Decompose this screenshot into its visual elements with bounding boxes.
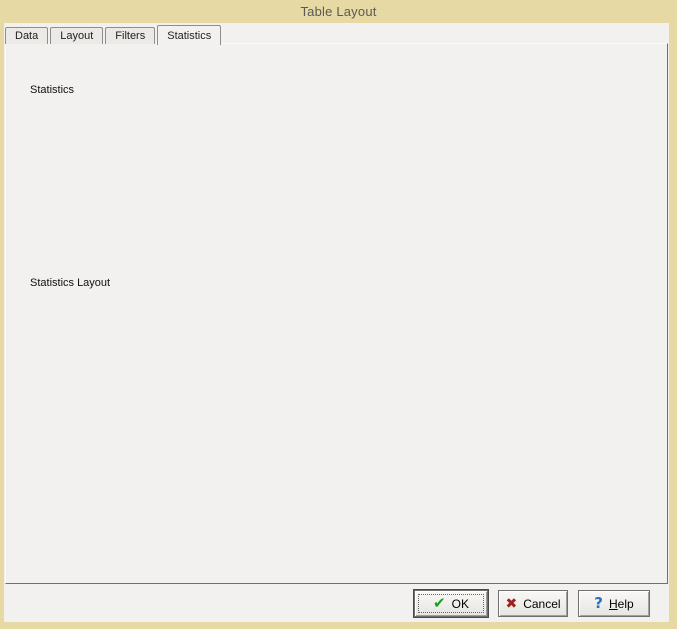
- cancel-button[interactable]: ✖ Cancel: [498, 590, 568, 617]
- tab-filters[interactable]: Filters: [105, 27, 155, 44]
- window-title: Table Layout: [300, 4, 376, 19]
- help-button[interactable]: ? Help: [578, 590, 650, 617]
- question-mark-icon: ?: [594, 596, 603, 611]
- help-button-label: Help: [609, 597, 634, 611]
- ok-button[interactable]: ✔ OK: [414, 590, 488, 617]
- statistics-group-label: Statistics: [27, 84, 77, 96]
- statistics-tab-page: [5, 43, 668, 584]
- title-bar[interactable]: Table Layout: [0, 0, 677, 22]
- ok-button-label: OK: [452, 597, 469, 611]
- tab-statistics[interactable]: Statistics: [157, 25, 221, 45]
- statistics-layout-group-label: Statistics Layout: [27, 277, 113, 289]
- table-layout-dialog: Table Layout Data Layout Filters Statist…: [0, 0, 677, 629]
- tab-strip: Data Layout Filters Statistics: [5, 24, 223, 44]
- x-icon: ✖: [505, 597, 517, 611]
- check-icon: ✔: [433, 596, 446, 611]
- cancel-button-label: Cancel: [523, 597, 560, 611]
- tab-data[interactable]: Data: [5, 27, 48, 44]
- tab-layout[interactable]: Layout: [50, 27, 103, 44]
